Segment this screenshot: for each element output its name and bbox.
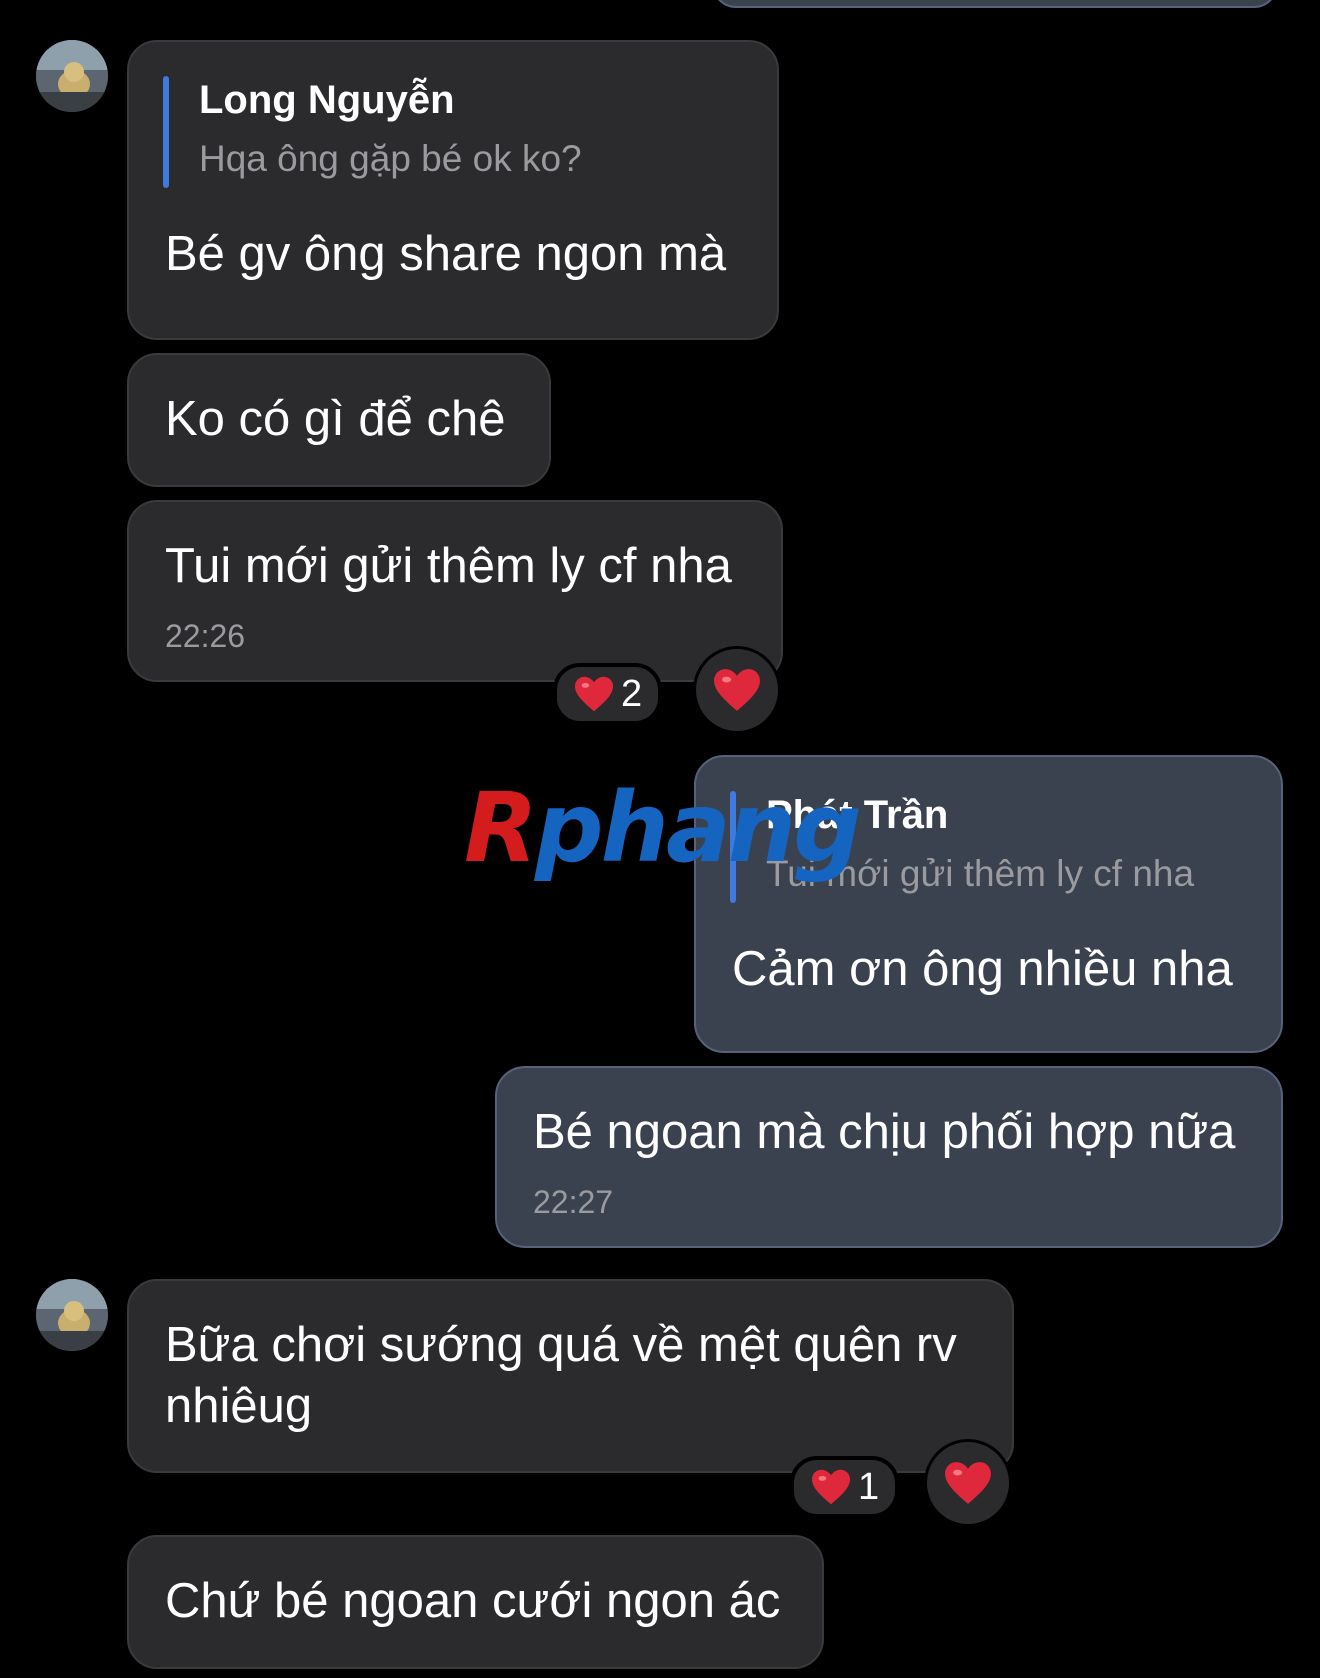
reply-quoted-text: Hqa ông gặp bé ok ko?: [199, 138, 582, 179]
reaction-summary-chip[interactable]: 2: [553, 663, 663, 725]
message-text: Cảm ơn ông nhiều nha: [732, 942, 1233, 996]
message-bubble-incoming[interactable]: Bữa chơi sướng quá về mệt quên rv nhiêug: [127, 1279, 1014, 1473]
heart-icon: [945, 1462, 991, 1504]
message-text: Bé gv ông share ngon mà: [165, 227, 727, 281]
message-text-line: Bữa chơi sướng quá về mệt quên rv: [165, 1318, 957, 1372]
message-bubble-incoming[interactable]: Tui mới gửi thêm ly cf nha 22:26: [127, 500, 783, 682]
message-text: Ko có gì để chê: [165, 392, 506, 446]
message-bubble-incoming[interactable]: Chứ bé ngoan cưới ngon ác: [127, 1535, 824, 1669]
add-reaction-button[interactable]: [924, 1439, 1012, 1527]
message-text: Bé ngoan mà chịu phối hợp nữa: [533, 1105, 1236, 1159]
message-bubble-incoming[interactable]: Ko có gì để chê: [127, 353, 551, 487]
message-text: Tui mới gửi thêm ly cf nha: [165, 539, 732, 593]
add-reaction-button[interactable]: [693, 646, 781, 734]
message-timestamp: 22:26: [165, 618, 246, 654]
avatar-image: [36, 40, 108, 112]
message-text-line: nhiêug: [165, 1379, 313, 1433]
sender-avatar[interactable]: [36, 1279, 108, 1351]
heart-icon: [812, 1469, 850, 1505]
heart-icon: [714, 669, 760, 711]
heart-icon: [575, 676, 613, 712]
message-text: Chứ bé ngoan cưới ngon ác: [165, 1574, 781, 1628]
reaction-summary-chip[interactable]: 1: [790, 1456, 900, 1518]
sender-avatar[interactable]: [36, 40, 108, 112]
message-bubble-outgoing[interactable]: Phát Trần Tui mới gửi thêm ly cf nha Cảm…: [694, 755, 1283, 1053]
reaction-count: 2: [621, 673, 643, 715]
message-bubble-outgoing[interactable]: Bé ngoan mà chịu phối hợp nữa 22:27: [495, 1066, 1283, 1248]
reply-quoted-text: Tui mới gửi thêm ly cf nha: [766, 853, 1195, 894]
message-timestamp: 22:27: [533, 1184, 614, 1220]
reply-quote-bar: [730, 791, 736, 903]
reply-author: Long Nguyễn: [199, 78, 455, 122]
message-bubble-incoming[interactable]: Long Nguyễn Hqa ông gặp bé ok ko? Bé gv …: [127, 40, 779, 340]
reaction-count: 1: [858, 1466, 880, 1508]
reply-quote-bar: [163, 76, 169, 188]
reply-author: Phát Trần: [766, 793, 949, 837]
avatar-image: [36, 1279, 108, 1351]
watermark-letter: R: [464, 772, 538, 884]
partial-outgoing-message[interactable]: [712, 0, 1278, 8]
